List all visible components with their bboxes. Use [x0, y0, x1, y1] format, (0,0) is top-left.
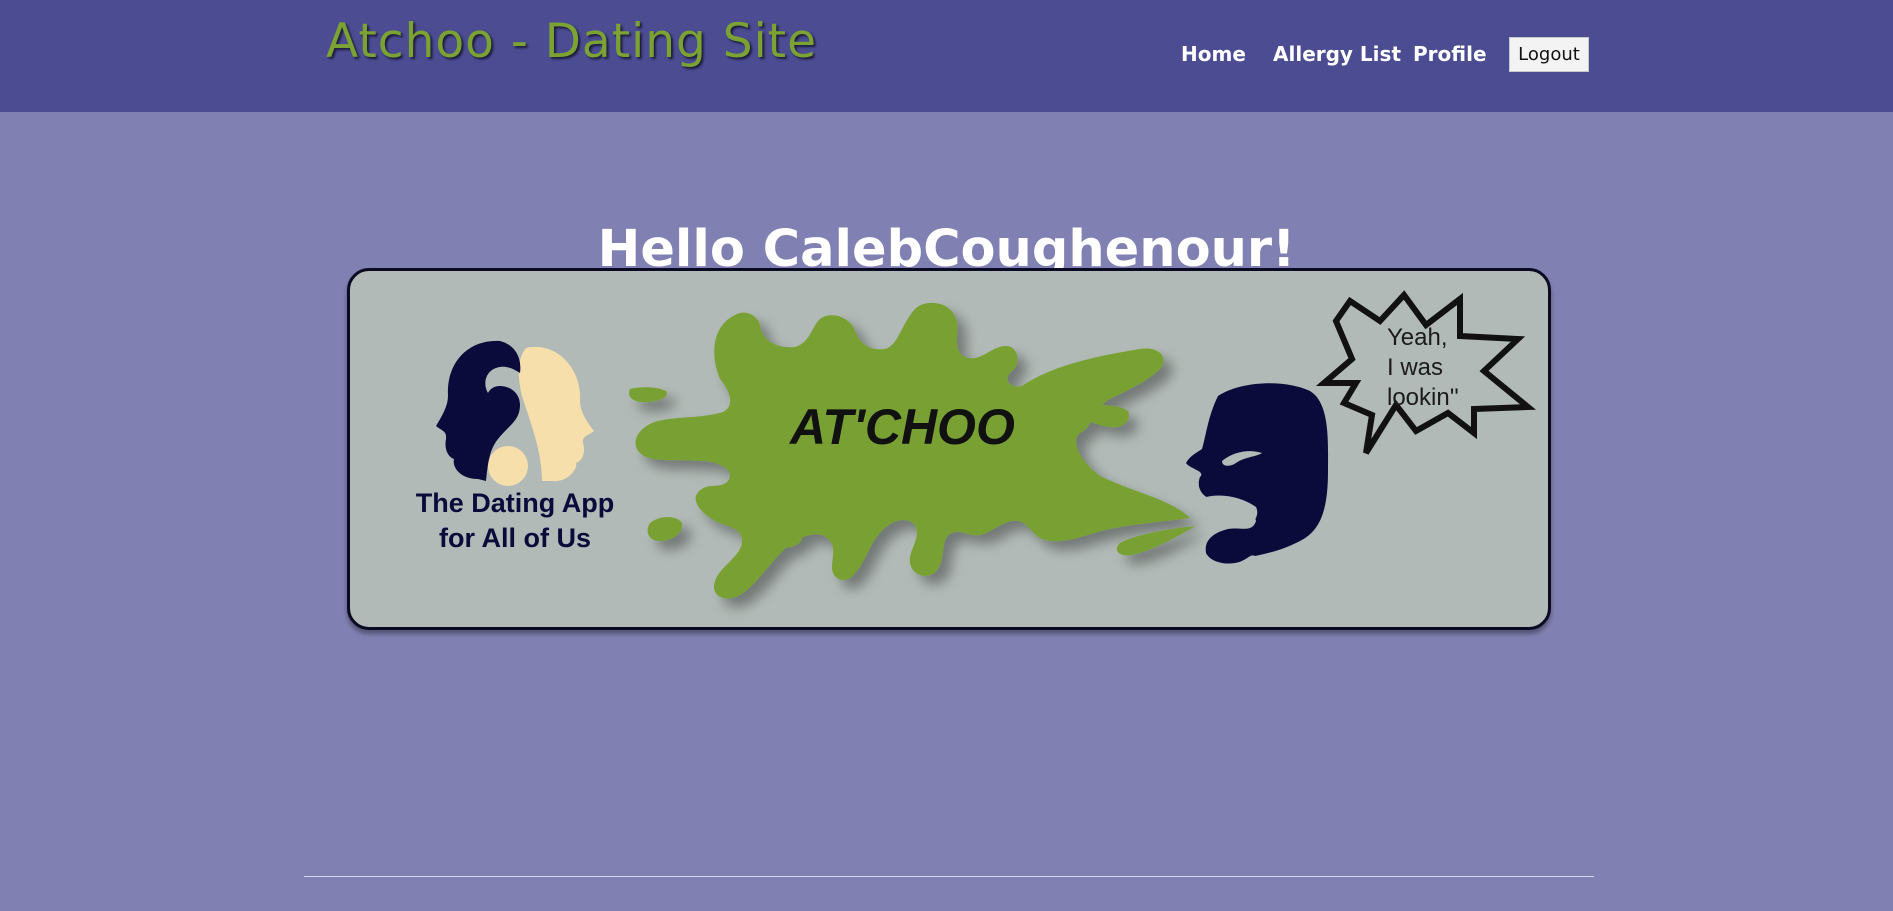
sneezing-head-icon	[1186, 383, 1329, 564]
splat-text: AT'CHOO	[790, 399, 1015, 455]
nav-link-profile[interactable]: Profile	[1413, 42, 1487, 66]
logout-button[interactable]: Logout	[1509, 37, 1589, 72]
banner-tagline-line2: for All of Us	[439, 523, 591, 553]
speech-bubble-line: I was	[1387, 354, 1444, 381]
banner-tagline-line1: The Dating App	[415, 488, 615, 518]
top-navbar: Atchoo - Dating Site Home Allergy List P…	[0, 0, 1893, 112]
speech-bubble-line: Yeah,	[1387, 324, 1448, 351]
hero-banner: The Dating App for All of Us AT'CHOO Yea…	[347, 268, 1551, 630]
speech-bubble-line: lookin''	[1387, 384, 1459, 411]
two-faces-logo-icon	[436, 340, 594, 486]
nav-link-allergy-list[interactable]: Allergy List	[1273, 42, 1401, 66]
site-brand-title[interactable]: Atchoo - Dating Site	[326, 14, 817, 69]
nav-link-home[interactable]: Home	[1181, 42, 1246, 66]
footer-divider	[304, 876, 1594, 877]
